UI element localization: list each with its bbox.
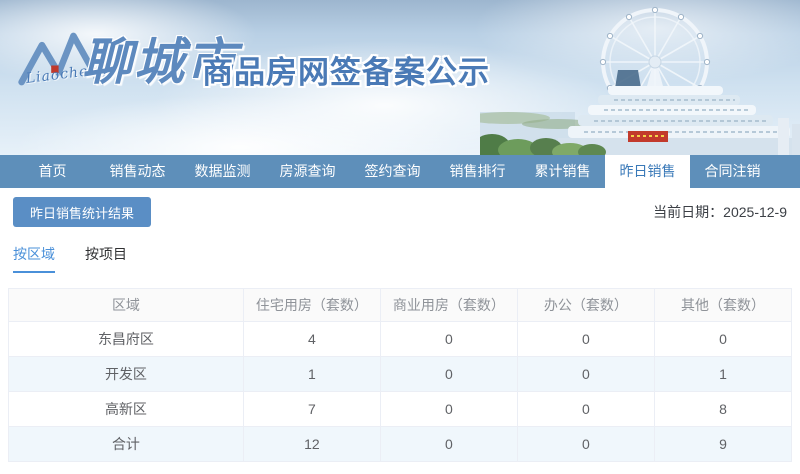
count-cell: 0 (379, 426, 518, 462)
column-header-region: 区域 (8, 288, 244, 322)
region-cell: 高新区 (8, 391, 244, 427)
brand: Liaocheng 聊城市 商品房网签备案公示 (0, 0, 800, 155)
current-date-label: 当前日期： (653, 204, 724, 220)
nav-item-housing-query[interactable]: 房源查询 (265, 155, 350, 188)
current-date-value: 2025-12-9 (723, 204, 787, 220)
nav-item-data-monitoring[interactable]: 数据监测 (180, 155, 265, 188)
count-cell: 9 (653, 426, 793, 462)
sales-stats-table: 区域 住宅用房（套数） 商业用房（套数） 办公（套数） 其他（套数） 东昌府区 … (8, 288, 793, 462)
page-title: 商品房网签备案公示 (202, 55, 490, 90)
count-cell: 1 (653, 356, 793, 392)
count-cell: 0 (516, 321, 655, 357)
current-date: 当前日期：2025-12-9 (653, 202, 787, 222)
region-cell: 开发区 (8, 356, 244, 392)
count-cell: 0 (379, 356, 518, 392)
region-cell: 合计 (8, 426, 244, 462)
count-cell: 1 (242, 356, 381, 392)
table-header-row: 区域 住宅用房（套数） 商业用房（套数） 办公（套数） 其他（套数） (8, 288, 793, 322)
column-header-office: 办公（套数） (516, 288, 655, 322)
nav-item-cumulative-sales[interactable]: 累计销售 (520, 155, 605, 188)
count-cell: 7 (242, 391, 381, 427)
count-cell: 0 (379, 391, 518, 427)
tab-by-region[interactable]: 按区域 (13, 244, 55, 273)
content-header-row: 昨日销售统计结果 当前日期：2025-12-9 (13, 197, 787, 227)
count-cell: 0 (516, 356, 655, 392)
view-tabs: 按区域 按项目 (13, 244, 787, 273)
count-cell: 0 (379, 321, 518, 357)
count-cell: 0 (516, 426, 655, 462)
table-row: 高新区 7 0 0 8 (8, 391, 793, 427)
count-cell: 12 (242, 426, 381, 462)
column-header-other: 其他（套数） (653, 288, 793, 322)
main-nav: 首页 销售动态 数据监测 房源查询 签约查询 销售排行 累计销售 昨日销售 合同… (0, 155, 800, 188)
nav-item-home[interactable]: 首页 (10, 155, 95, 188)
nav-item-yesterday-sales[interactable]: 昨日销售 (605, 155, 690, 188)
content: 昨日销售统计结果 当前日期：2025-12-9 按区域 按项目 区域 住宅用房（… (0, 188, 800, 462)
region-cell: 东昌府区 (8, 321, 244, 357)
yesterday-sales-stats-button[interactable]: 昨日销售统计结果 (13, 197, 152, 227)
table-row-total: 合计 12 0 0 9 (8, 426, 793, 462)
nav-item-sales-dynamics[interactable]: 销售动态 (95, 155, 180, 188)
nav-item-sales-ranking[interactable]: 销售排行 (435, 155, 520, 188)
site-header: Liaocheng 聊城市 商品房网签备案公示 (0, 0, 800, 155)
count-cell: 4 (242, 321, 381, 357)
count-cell: 0 (653, 321, 793, 357)
table-row: 开发区 1 0 0 1 (8, 356, 793, 392)
nav-item-contract-cancellation[interactable]: 合同注销 (690, 155, 775, 188)
count-cell: 8 (653, 391, 793, 427)
count-cell: 0 (516, 391, 655, 427)
column-header-residential: 住宅用房（套数） (242, 288, 381, 322)
nav-item-signing-query[interactable]: 签约查询 (350, 155, 435, 188)
table-row: 东昌府区 4 0 0 0 (8, 321, 793, 357)
tab-by-project[interactable]: 按项目 (85, 244, 127, 273)
column-header-commercial: 商业用房（套数） (379, 288, 518, 322)
